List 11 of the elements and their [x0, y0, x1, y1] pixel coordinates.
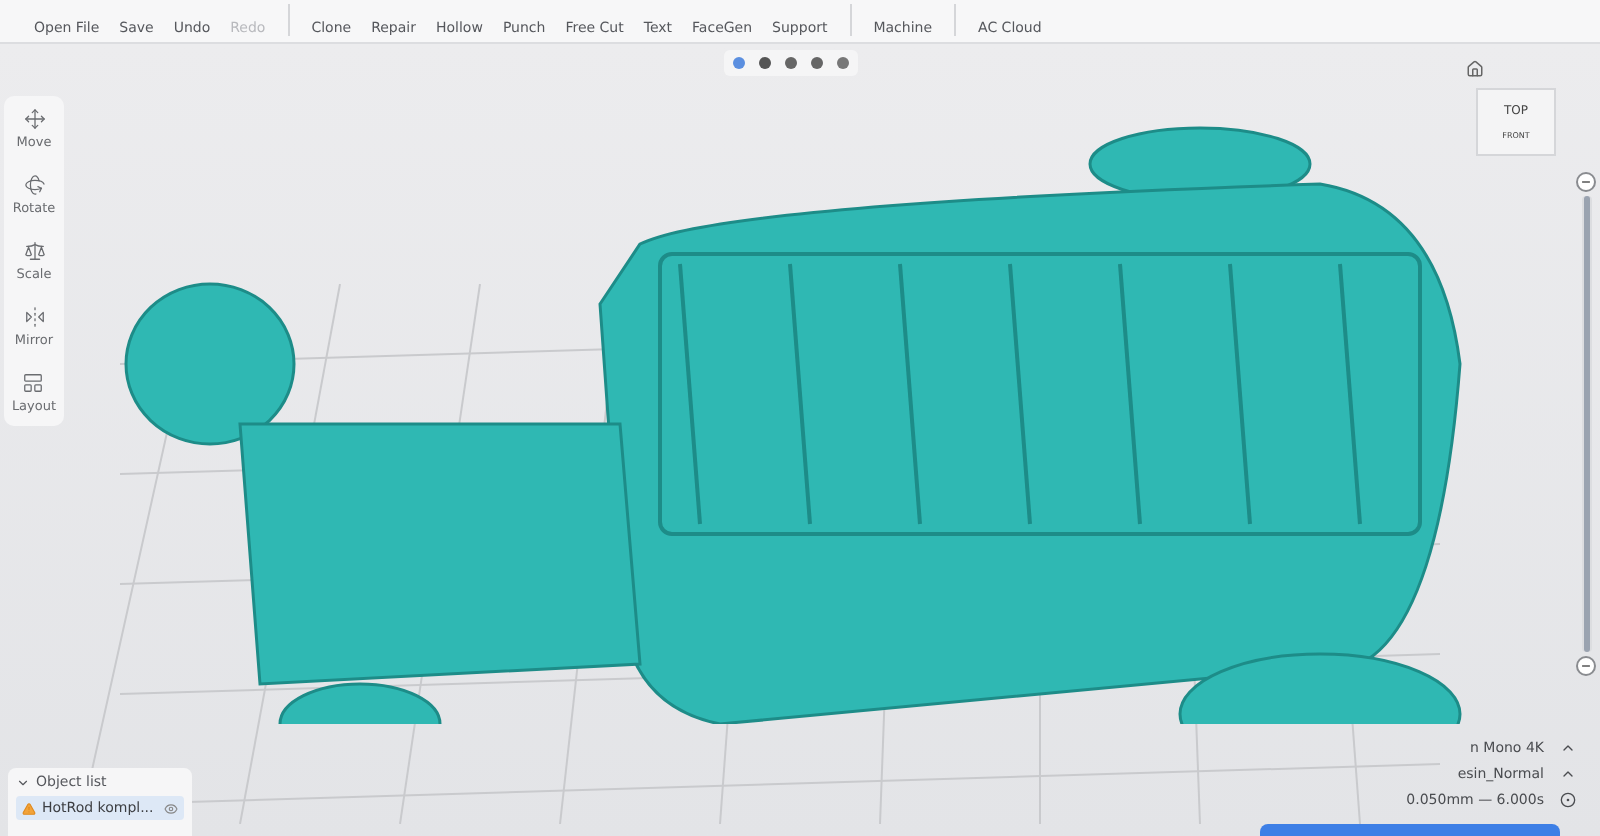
move-icon [23, 108, 45, 130]
minus-icon[interactable] [1576, 656, 1596, 676]
minus-icon[interactable] [1576, 172, 1596, 192]
rotate-icon [23, 174, 45, 196]
target-icon[interactable] [1560, 792, 1576, 808]
mirror-icon [23, 306, 45, 328]
eye-icon[interactable] [164, 801, 178, 815]
layout-icon [22, 372, 45, 394]
home-icon[interactable] [1466, 60, 1484, 78]
scale-icon [23, 240, 45, 262]
chevron-down-icon [16, 775, 30, 789]
